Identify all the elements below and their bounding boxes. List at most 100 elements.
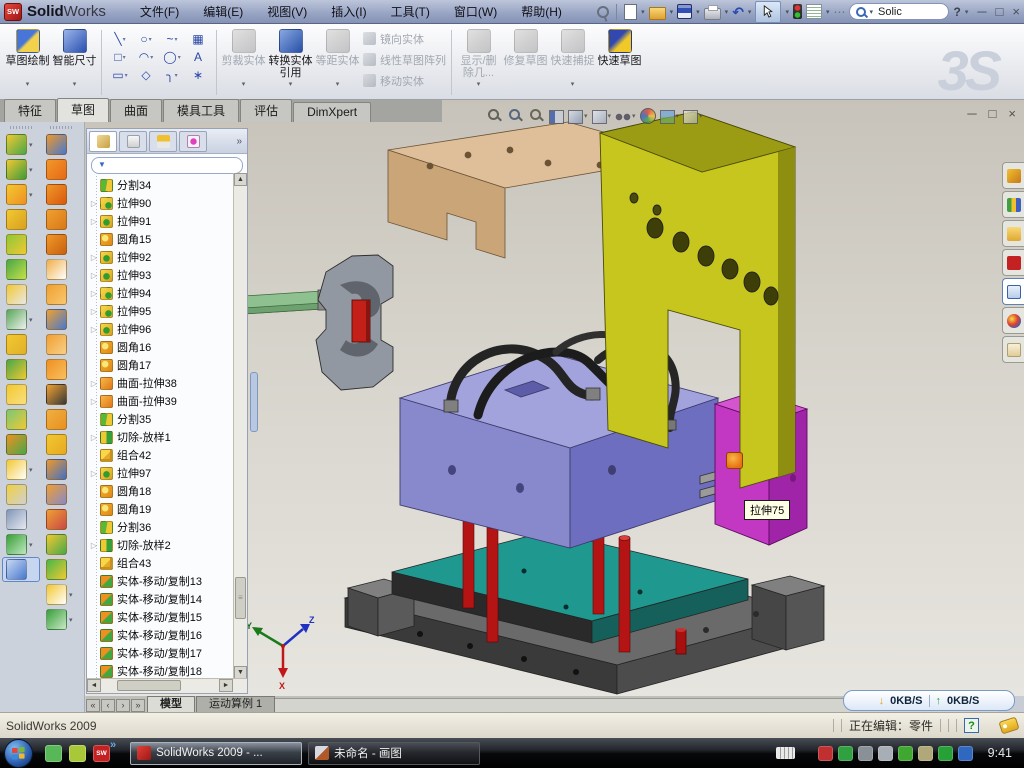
sketch-circle[interactable]: ○▾	[133, 30, 159, 48]
save-button[interactable]	[677, 4, 692, 19]
search-box[interactable]: ▾	[849, 3, 949, 20]
knit-surface[interactable]	[42, 332, 80, 357]
menu-工具(T)[interactable]: 工具(T)	[379, 1, 442, 22]
draft-analysis[interactable]	[42, 457, 80, 482]
solidworks-launcher[interactable]: SW	[93, 745, 110, 762]
tree-item-拉伸95[interactable]: ▷拉伸95	[87, 302, 247, 320]
expander-icon[interactable]: ▷	[89, 199, 99, 208]
view-settings[interactable]: ▾	[683, 108, 703, 124]
taskpane-tab-solidworks-resources[interactable]	[1002, 162, 1024, 189]
expander-icon[interactable]: ▷	[89, 541, 99, 550]
menu-编辑(E)[interactable]: 编辑(E)	[191, 1, 255, 22]
mold-curve[interactable]: ▾	[42, 607, 80, 632]
tags-icon[interactable]	[998, 717, 1019, 735]
close-button[interactable]: ×	[1012, 5, 1020, 19]
tab-评估[interactable]: 评估	[240, 99, 292, 122]
sketch-box-select[interactable]: ▦	[185, 30, 211, 48]
core[interactable]	[42, 557, 80, 582]
tree-item-组合42[interactable]: 组合42	[87, 446, 247, 464]
sketch-sketch-fillet[interactable]: ╮▾	[159, 66, 185, 84]
reference-sketch[interactable]	[2, 282, 40, 307]
taskpane-tab-design-library[interactable]	[1002, 191, 1024, 218]
tree-item-曲面-拉伸39[interactable]: ▷曲面-拉伸39	[87, 392, 247, 410]
tree-item-圆角16[interactable]: 圆角16	[87, 338, 247, 356]
tree-item-圆角17[interactable]: 圆角17	[87, 356, 247, 374]
section-view[interactable]	[549, 108, 564, 124]
volume[interactable]	[878, 746, 893, 761]
doc-nav-first[interactable]: «	[86, 699, 100, 712]
display-style[interactable]: ▾	[592, 108, 612, 124]
sketch-straight-slot[interactable]: ▭▾	[107, 66, 133, 84]
help-button[interactable]: ?	[953, 5, 960, 19]
expander-icon[interactable]: ▷	[89, 271, 99, 280]
tab-模具工具[interactable]: 模具工具	[163, 99, 239, 122]
doc-tab-模型[interactable]: 模型	[147, 696, 195, 712]
search-input[interactable]	[876, 5, 932, 19]
manager-tab-propertymanager[interactable]	[119, 131, 147, 152]
tree-item-拉伸92[interactable]: ▷拉伸92	[87, 248, 247, 266]
parting-surface[interactable]	[42, 482, 80, 507]
doc-nav-previous[interactable]: ‹	[101, 699, 115, 712]
tree-horizontal-scrollbar[interactable]: ◄ ►	[87, 678, 247, 693]
tree-item-分割36[interactable]: 分割36	[87, 518, 247, 536]
mold-base-part[interactable]	[345, 531, 824, 694]
sketch-ellipse[interactable]: ◯▾	[159, 48, 185, 66]
previous-view[interactable]	[528, 107, 545, 124]
tree-item-分割35[interactable]: 分割35	[87, 410, 247, 428]
delete-body[interactable]	[2, 482, 40, 507]
delete-face[interactable]	[42, 382, 80, 407]
rebuild-icon[interactable]	[793, 4, 802, 19]
sketch-spline[interactable]: ~▾	[159, 30, 185, 48]
doc-nav-last[interactable]: »	[131, 699, 145, 712]
revolved-surface[interactable]	[42, 157, 80, 182]
doc-minimize-button[interactable]: ─	[967, 107, 976, 121]
upload-monitor[interactable]	[898, 746, 913, 761]
start-button[interactable]	[4, 739, 33, 768]
manager-tab-featuremanager[interactable]	[89, 131, 117, 152]
doc-tab-运动算例 1[interactable]: 运动算例 1	[196, 696, 275, 712]
offset-surface[interactable]	[42, 257, 80, 282]
tree-item-拉伸90[interactable]: ▷拉伸90	[87, 194, 247, 212]
doc-restore-button[interactable]: □	[989, 107, 997, 121]
select-button[interactable]	[755, 1, 781, 23]
expander-icon[interactable]: ▷	[89, 289, 99, 298]
health-guard[interactable]	[938, 746, 953, 761]
taskpane-tab-file-explorer[interactable]	[1002, 220, 1024, 247]
taskpane-tab-solidworks-search[interactable]	[1002, 249, 1024, 276]
open-dropdown[interactable]: ▾	[670, 8, 674, 16]
toolbar-overflow-icon[interactable]: ⋯	[833, 5, 845, 19]
instant3d[interactable]	[2, 557, 40, 582]
tree-item-实体-移动/复制17[interactable]: 实体-移动/复制17	[87, 644, 247, 662]
quicklaunch-overflow-icon[interactable]: »	[110, 739, 116, 751]
help-dropdown[interactable]: ▾	[965, 8, 969, 16]
tab-特征[interactable]: 特征	[4, 99, 56, 122]
lofted-boss[interactable]	[2, 232, 40, 257]
doc-nav-next[interactable]: ›	[116, 699, 130, 712]
tree-item-圆角15[interactable]: 圆角15	[87, 230, 247, 248]
quick-tips-help-icon[interactable]: ?	[964, 718, 979, 733]
insert-part[interactable]: ▾	[2, 457, 40, 482]
taskpane-tab-custom-properties[interactable]	[1002, 336, 1024, 363]
mirror[interactable]	[2, 407, 40, 432]
linear-pattern[interactable]: ▾	[2, 307, 40, 332]
draft[interactable]	[2, 357, 40, 382]
sketch-line[interactable]: ╲▾	[107, 30, 133, 48]
boundary-boss[interactable]	[2, 257, 40, 282]
manager-tab-configurationmanager[interactable]	[149, 131, 177, 152]
messenger-tray[interactable]	[958, 746, 973, 761]
save-dropdown[interactable]: ▾	[696, 8, 700, 16]
scroll-up-button[interactable]: ▲	[234, 173, 247, 186]
taskbar-window-solidworks[interactable]: SolidWorks 2009 - ...	[130, 742, 302, 765]
select-dropdown[interactable]: ▾	[785, 8, 789, 16]
tree-item-组合43[interactable]: 组合43	[87, 554, 247, 572]
messenger[interactable]	[45, 745, 62, 762]
taskbar-clock[interactable]: 9:41	[988, 746, 1012, 760]
update-service[interactable]	[858, 746, 873, 761]
extend-surface[interactable]	[42, 307, 80, 332]
edit-appearance[interactable]	[640, 108, 656, 124]
menu-插入(I)[interactable]: 插入(I)	[319, 1, 378, 22]
tree-item-实体-移动/复制14[interactable]: 实体-移动/复制14	[87, 590, 247, 608]
manager-tab-dimxpertmanager[interactable]	[179, 131, 207, 152]
expander-icon[interactable]: ▷	[89, 379, 99, 388]
cm-smart-dimension[interactable]: 智能尺寸▾	[51, 26, 98, 88]
